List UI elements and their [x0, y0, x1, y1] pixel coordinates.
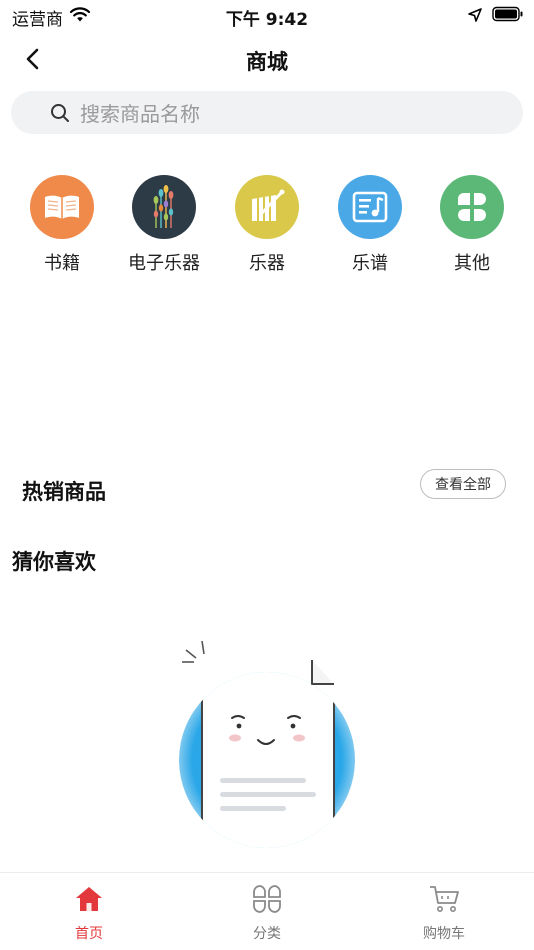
- tab-home[interactable]: 首页: [29, 883, 149, 943]
- hot-products-title: 热销商品: [22, 480, 106, 504]
- instrument-icon: [235, 175, 299, 239]
- status-bar-right: [468, 6, 524, 26]
- search-icon: [50, 103, 70, 123]
- guess-you-like-title: 猜你喜欢: [12, 550, 96, 574]
- view-all-button[interactable]: 查看全部: [420, 469, 506, 499]
- home-icon: [29, 883, 149, 915]
- category-sheet-music[interactable]: 乐谱: [320, 175, 420, 275]
- navigation-bar: 商城: [0, 38, 534, 82]
- sheet-music-icon: [338, 175, 402, 239]
- tab-category[interactable]: 分类: [207, 883, 327, 943]
- category-label: 书籍: [44, 253, 80, 274]
- category-electronic-instruments[interactable]: 电子乐器: [114, 175, 214, 275]
- page-title: 商城: [246, 50, 288, 74]
- book-icon: [30, 175, 94, 239]
- tab-cart[interactable]: 购物车: [384, 883, 504, 943]
- category-instruments[interactable]: 乐器: [217, 175, 317, 275]
- status-time: 下午 9:42: [225, 10, 309, 30]
- category-books[interactable]: 书籍: [12, 175, 112, 275]
- tab-label: 购物车: [423, 926, 465, 942]
- tab-label: 首页: [75, 926, 103, 942]
- category-label: 电子乐器: [128, 253, 200, 274]
- category-icon: [207, 883, 327, 915]
- status-bar: 运营商 下午 9:42: [0, 0, 534, 32]
- category-row: 书籍 电子乐器 乐器 乐谱 其他: [0, 175, 534, 285]
- battery-icon: [492, 6, 524, 26]
- clover-icon: [440, 175, 504, 239]
- mall-page: 运营商 下午 9:42 商城 搜索商品名称 书籍 电子乐器 乐器 乐谱 其他 热…: [0, 0, 534, 950]
- tab-label: 分类: [253, 926, 281, 942]
- category-label: 乐谱: [352, 253, 388, 274]
- electronic-instrument-icon: [132, 175, 196, 239]
- category-label: 乐器: [249, 253, 285, 274]
- empty-state-illustration: [172, 638, 362, 858]
- category-other[interactable]: 其他: [422, 175, 522, 275]
- search-placeholder: 搜索商品名称: [80, 102, 200, 126]
- location-arrow-icon: [468, 7, 482, 26]
- bottom-tab-bar: 首页 分类 购物车: [0, 872, 534, 950]
- cart-icon: [384, 883, 504, 915]
- category-label: 其他: [454, 253, 490, 274]
- search-bar[interactable]: 搜索商品名称: [11, 91, 523, 134]
